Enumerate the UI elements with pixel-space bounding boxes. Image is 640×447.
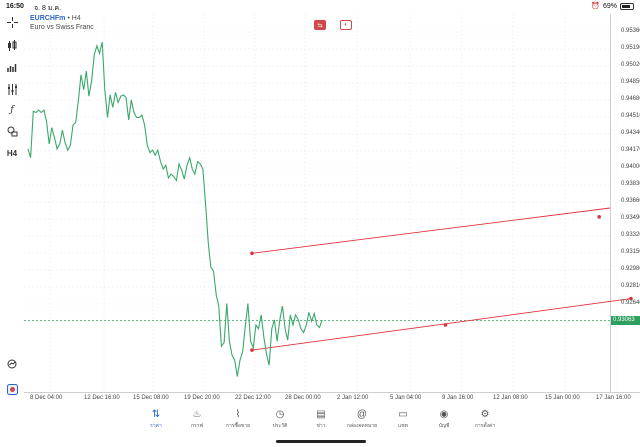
nav-item-label: ข่าว — [316, 423, 326, 429]
current-price-label: 0.93063 — [611, 316, 640, 325]
price-tick-label: 0.93660 — [621, 198, 640, 204]
quotes-icon: ⇅ — [151, 408, 161, 420]
time-tick-label: 12 Jan 08:00 — [493, 395, 528, 401]
time-tick-label: 15 Jan 00:00 — [545, 395, 580, 401]
trendline-anchor-point — [597, 215, 601, 219]
chat-icon: ▭ — [398, 408, 408, 420]
settings-icon: ⚙ — [480, 408, 490, 420]
nav-item-chart[interactable]: ♨ กราฟ — [177, 407, 217, 430]
chart-icon: ♨ — [192, 408, 202, 420]
time-tick-label: 2 Jan 12:00 — [337, 395, 369, 401]
account-icon: ◉ — [439, 408, 449, 420]
price-tick-label: 0.92640 — [621, 300, 640, 306]
trade-icon: ⌇ — [235, 408, 241, 420]
nav-item-label: กราฟ — [190, 423, 204, 429]
price-tick-label: 0.92810 — [621, 283, 640, 289]
price-series-line — [27, 41, 323, 377]
nav-item-label: การตั้งค่า — [474, 423, 496, 429]
price-tick-label: 0.95020 — [621, 62, 640, 68]
upper-trendline — [251, 207, 611, 254]
time-tick-label: 17 Jan 16:00 — [596, 395, 631, 401]
nav-item-label: บัญชี — [438, 423, 450, 429]
time-tick-label: 22 Dec 12:00 — [235, 395, 271, 401]
mailbox-icon: @ — [356, 408, 368, 420]
price-tick-label: 0.94000 — [621, 164, 640, 170]
nav-item-label: การซื้อขาย — [225, 423, 251, 429]
nav-item-mailbox[interactable]: @ กล่องจดหมาย — [342, 407, 382, 430]
trendline-anchor-point — [250, 251, 254, 256]
price-tick-label: 0.95360 — [621, 28, 640, 34]
trendline-anchor-point — [443, 323, 448, 327]
nav-item-settings[interactable]: ⚙ การตั้งค่า — [465, 407, 505, 430]
lower-trendline — [251, 298, 632, 351]
price-tick-label: 0.95190 — [621, 45, 640, 51]
time-tick-label: 15 Dec 08:00 — [133, 395, 169, 401]
time-tick-label: 19 Dec 20:00 — [184, 395, 220, 401]
nav-item-account[interactable]: ◉ บัญชี — [424, 407, 464, 430]
nav-item-label: แชท — [398, 423, 408, 429]
time-tick-label: 5 Jan 04:00 — [390, 395, 422, 401]
price-tick-label: 0.94170 — [621, 147, 640, 153]
time-tick-label: 9 Jan 16:00 — [442, 395, 474, 401]
history-icon: ◷ — [275, 408, 285, 420]
price-tick-label: 0.94510 — [621, 113, 640, 119]
price-tick-label: 0.93490 — [621, 215, 640, 221]
nav-item-chat[interactable]: ▭ แชท — [383, 407, 423, 430]
time-tick-label: 12 Dec 16:00 — [84, 395, 120, 401]
nav-item-quotes[interactable]: ⇅ ราคา — [136, 407, 176, 430]
price-tick-label: 0.93320 — [621, 232, 640, 238]
news-icon: ▤ — [316, 408, 326, 420]
price-tick-label: 0.94680 — [621, 96, 640, 102]
price-tick-label: 0.94340 — [621, 130, 640, 136]
nav-item-trade[interactable]: ⌇ การซื้อขาย — [218, 407, 258, 430]
price-tick-label: 0.93830 — [621, 181, 640, 187]
nav-item-history[interactable]: ◷ ประวัติ — [260, 407, 300, 430]
price-tick-label: 0.92980 — [621, 266, 640, 272]
home-indicator[interactable] — [276, 440, 366, 443]
price-chart[interactable] — [0, 0, 640, 447]
nav-item-label: กล่องจดหมาย — [346, 423, 378, 429]
time-tick-label: 28 Dec 00:00 — [285, 395, 321, 401]
nav-item-label: ประวัติ — [272, 423, 288, 429]
time-tick-label: 8 Dec 04:00 — [30, 395, 63, 401]
nav-item-news[interactable]: ▤ ข่าว — [301, 407, 341, 430]
price-tick-label: 0.94850 — [621, 79, 640, 85]
nav-item-label: ราคา — [150, 423, 162, 429]
price-tick-label: 0.93150 — [621, 249, 640, 255]
